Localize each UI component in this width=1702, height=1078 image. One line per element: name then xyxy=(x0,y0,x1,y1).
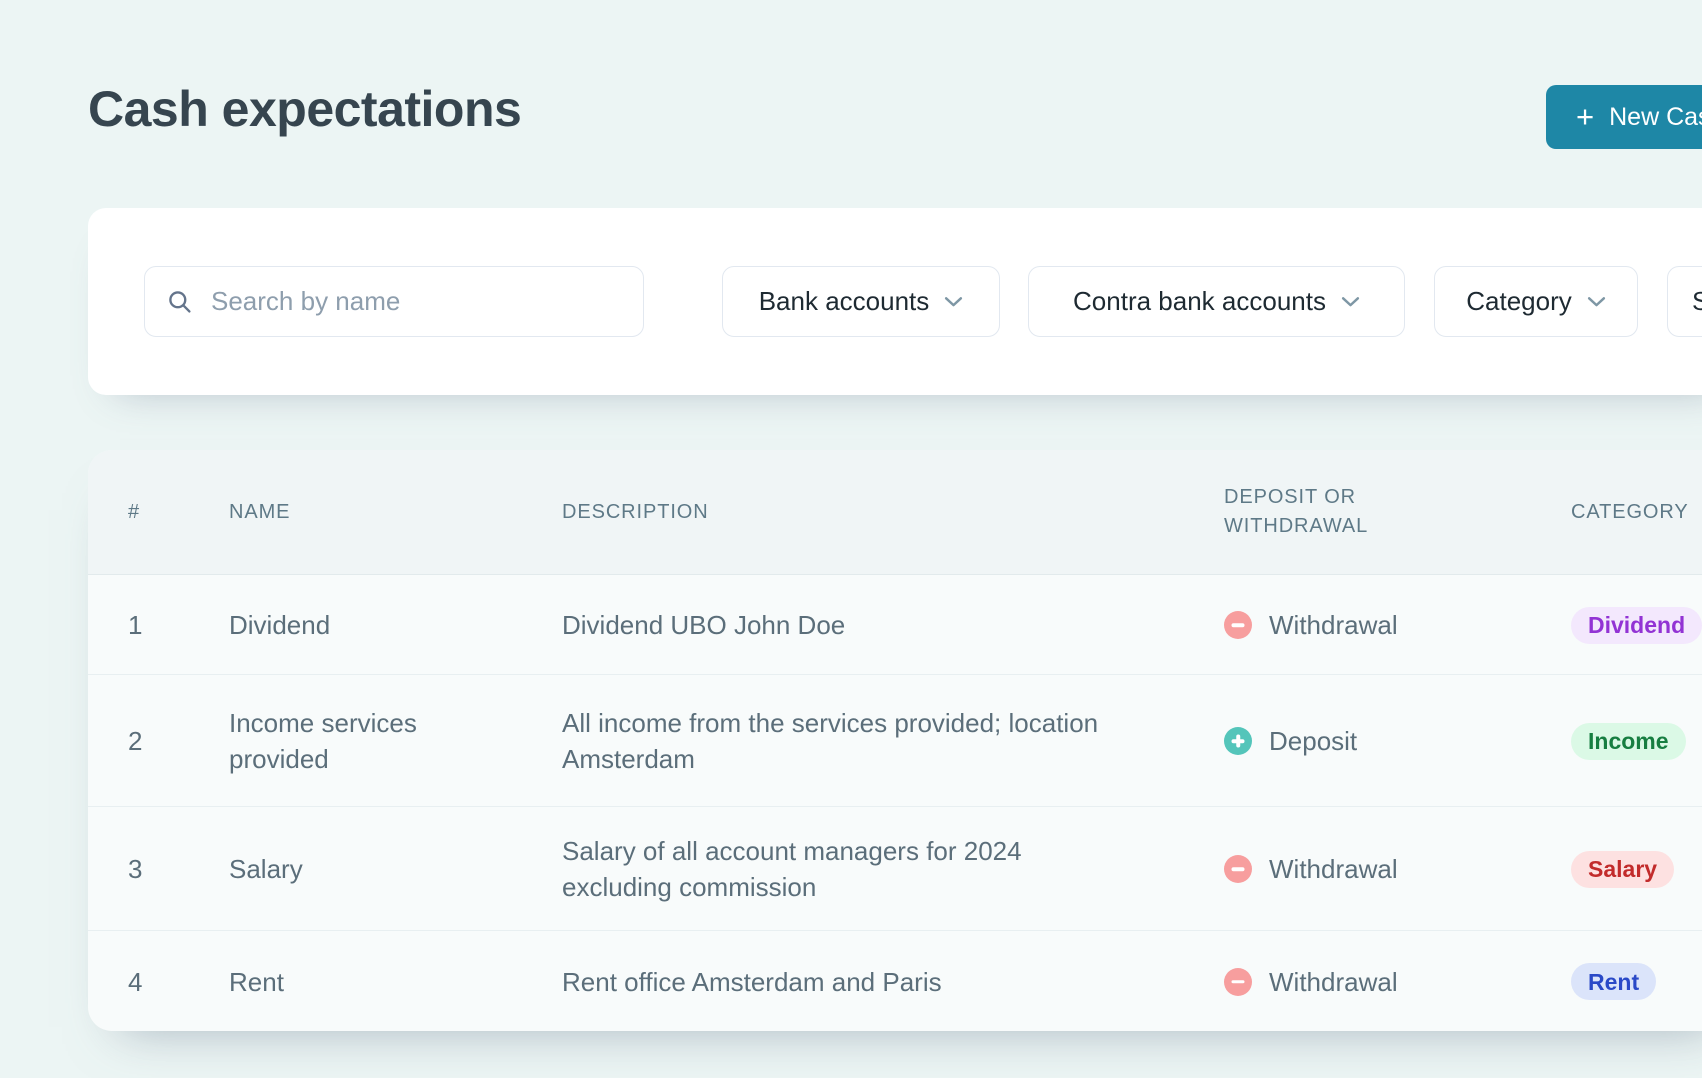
page-title: Cash expectations xyxy=(88,80,521,138)
table-row[interactable]: 4 Rent Rent office Amsterdam and Paris W… xyxy=(88,930,1702,1032)
bank-accounts-filter[interactable]: Bank accounts xyxy=(722,266,1000,337)
search-box[interactable] xyxy=(144,266,644,337)
table-row[interactable]: 1 Dividend Dividend UBO John Doe Withdra… xyxy=(88,574,1702,675)
column-header-category: CATEGORY xyxy=(1571,450,1689,574)
search-input[interactable] xyxy=(209,285,622,318)
direction-label: Withdrawal xyxy=(1269,964,1398,1000)
chevron-down-icon xyxy=(1587,296,1606,308)
category-filter[interactable]: Category xyxy=(1434,266,1638,337)
row-direction: Deposit xyxy=(1224,675,1357,807)
direction-label: Deposit xyxy=(1269,723,1357,759)
direction-label: Withdrawal xyxy=(1269,607,1398,643)
direction-label: Withdrawal xyxy=(1269,851,1398,887)
row-description: Salary of all account managers for 2024 … xyxy=(562,807,1022,931)
row-direction: Withdrawal xyxy=(1224,931,1398,1032)
row-name: Rent xyxy=(229,931,284,1032)
row-number: 1 xyxy=(128,575,142,675)
row-description: Rent office Amsterdam and Paris xyxy=(562,931,942,1032)
withdrawal-icon xyxy=(1224,611,1252,639)
row-description: Dividend UBO John Doe xyxy=(562,575,845,675)
row-name: Dividend xyxy=(229,575,330,675)
category-badge: Rent xyxy=(1571,963,1656,1000)
column-header-num: # xyxy=(128,450,140,574)
column-header-direction: DEPOSIT OR WITHDRAWAL xyxy=(1224,450,1368,574)
chevron-down-icon xyxy=(944,296,963,308)
category-filter-label: Category xyxy=(1466,286,1572,317)
row-category: Dividend xyxy=(1571,575,1702,675)
search-icon xyxy=(166,288,193,315)
plus-icon: + xyxy=(1576,101,1594,132)
new-button-label: New Cas xyxy=(1609,103,1702,132)
contra-bank-accounts-filter[interactable]: Contra bank accounts xyxy=(1028,266,1405,337)
cash-expectations-page: Cash expectations + New Cas Bank account… xyxy=(0,0,1702,1078)
row-direction: Withdrawal xyxy=(1224,807,1398,931)
row-category: Income xyxy=(1571,675,1686,807)
column-header-description: DESCRIPTION xyxy=(562,450,709,574)
new-cash-expectation-button[interactable]: + New Cas xyxy=(1546,85,1702,149)
table-row[interactable]: 3 Salary Salary of all account managers … xyxy=(88,806,1702,931)
withdrawal-icon xyxy=(1224,855,1252,883)
column-header-name: NAME xyxy=(229,450,290,574)
category-badge: Dividend xyxy=(1571,607,1702,644)
row-name: Income services provided xyxy=(229,675,417,807)
row-number: 2 xyxy=(128,675,142,807)
row-category: Rent xyxy=(1571,931,1656,1032)
cash-expectations-table: # NAME DESCRIPTION DEPOSIT OR WITHDRAWAL… xyxy=(88,450,1702,1031)
filter-bar: Bank accounts Contra bank accounts Categ… xyxy=(88,208,1702,395)
row-category: Salary xyxy=(1571,807,1674,931)
contra-bank-accounts-label: Contra bank accounts xyxy=(1073,286,1326,317)
table-row[interactable]: 2 Income services provided All income fr… xyxy=(88,674,1702,807)
category-badge: Salary xyxy=(1571,851,1674,888)
clipped-filter-label: S xyxy=(1692,286,1702,317)
category-badge: Income xyxy=(1571,723,1686,760)
table-header: # NAME DESCRIPTION DEPOSIT OR WITHDRAWAL… xyxy=(88,450,1702,574)
row-name: Salary xyxy=(229,807,303,931)
row-description: All income from the services provided; l… xyxy=(562,675,1098,807)
row-number: 4 xyxy=(128,931,142,1032)
deposit-icon xyxy=(1224,727,1252,755)
withdrawal-icon xyxy=(1224,968,1252,996)
row-direction: Withdrawal xyxy=(1224,575,1398,675)
bank-accounts-label: Bank accounts xyxy=(759,286,930,317)
chevron-down-icon xyxy=(1341,296,1360,308)
row-number: 3 xyxy=(128,807,142,931)
clipped-filter[interactable]: S xyxy=(1667,266,1702,337)
